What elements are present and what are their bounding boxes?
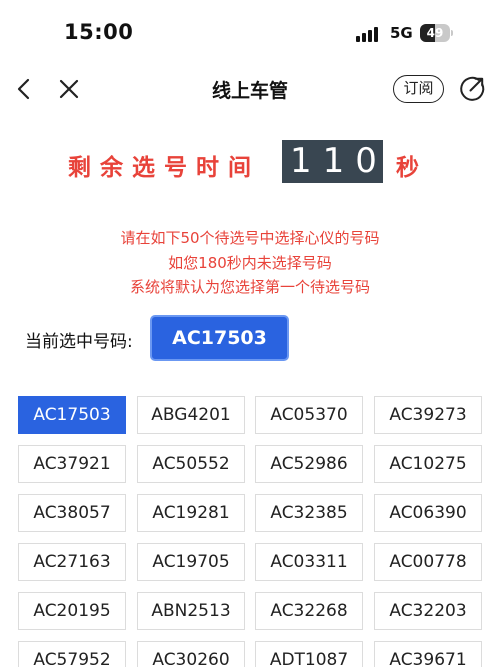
countdown-unit: 秒 (396, 155, 419, 181)
plate-option[interactable]: ADT1087 (255, 641, 363, 667)
status-bar: 15:00 5G 49 (0, 0, 500, 64)
notice-line: 系统将默认为您选择第一个待选号码 (129, 278, 370, 296)
signal-icon (356, 27, 382, 42)
countdown-timer: 110 (282, 140, 383, 183)
plate-option[interactable]: AC39273 (374, 396, 482, 434)
selection-notice: 请在如下50个待选号中选择心仪的号码 如您180秒内未选择号码 系统将默认为您选… (0, 226, 500, 300)
plate-option[interactable]: AC50552 (137, 445, 245, 483)
subscribe-button[interactable]: 订阅 (393, 75, 444, 103)
share-button[interactable] (458, 75, 486, 103)
plate-option[interactable]: AC06390 (374, 494, 482, 532)
countdown-label: 剩余选号时间 (68, 155, 260, 181)
plate-option[interactable]: AC57952 (18, 641, 126, 667)
plate-option[interactable]: AC19705 (137, 543, 245, 581)
nav-bar: 线上车管 订阅 (0, 64, 500, 114)
battery-icon: 49 (420, 24, 453, 42)
plate-option[interactable]: ABG4201 (137, 396, 245, 434)
plate-option[interactable]: AC37921 (18, 445, 126, 483)
plate-option[interactable]: AC32385 (255, 494, 363, 532)
plate-option[interactable]: AC32268 (255, 592, 363, 630)
plate-option[interactable]: AC19281 (137, 494, 245, 532)
plate-option[interactable]: AC17503 (18, 396, 126, 434)
notice-line: 请在如下50个待选号中选择心仪的号码 (120, 229, 380, 247)
plate-option[interactable]: AC30260 (137, 641, 245, 667)
plate-option[interactable]: AC00778 (374, 543, 482, 581)
current-selection-label: 当前选中号码: (25, 332, 133, 352)
plate-option[interactable]: AC05370 (255, 396, 363, 434)
share-icon (460, 76, 485, 101)
plate-option[interactable]: AC27163 (18, 543, 126, 581)
current-selection-value: AC17503 (150, 315, 289, 361)
status-time: 15:00 (64, 20, 134, 44)
plate-option[interactable]: ABN2513 (137, 592, 245, 630)
plate-option[interactable]: AC20195 (18, 592, 126, 630)
notice-line: 如您180秒内未选择号码 (168, 253, 332, 272)
countdown: 剩余选号时间 110 秒 (0, 140, 500, 185)
battery-level: 49 (426, 26, 444, 40)
plate-option[interactable]: AC39671 (374, 641, 482, 667)
plate-option[interactable]: AC32203 (374, 592, 482, 630)
plate-option[interactable]: AC10275 (374, 445, 482, 483)
plate-option[interactable]: AC52986 (255, 445, 363, 483)
plate-option[interactable]: AC03311 (255, 543, 363, 581)
network-type: 5G (390, 24, 413, 42)
plate-option[interactable]: AC38057 (18, 494, 126, 532)
